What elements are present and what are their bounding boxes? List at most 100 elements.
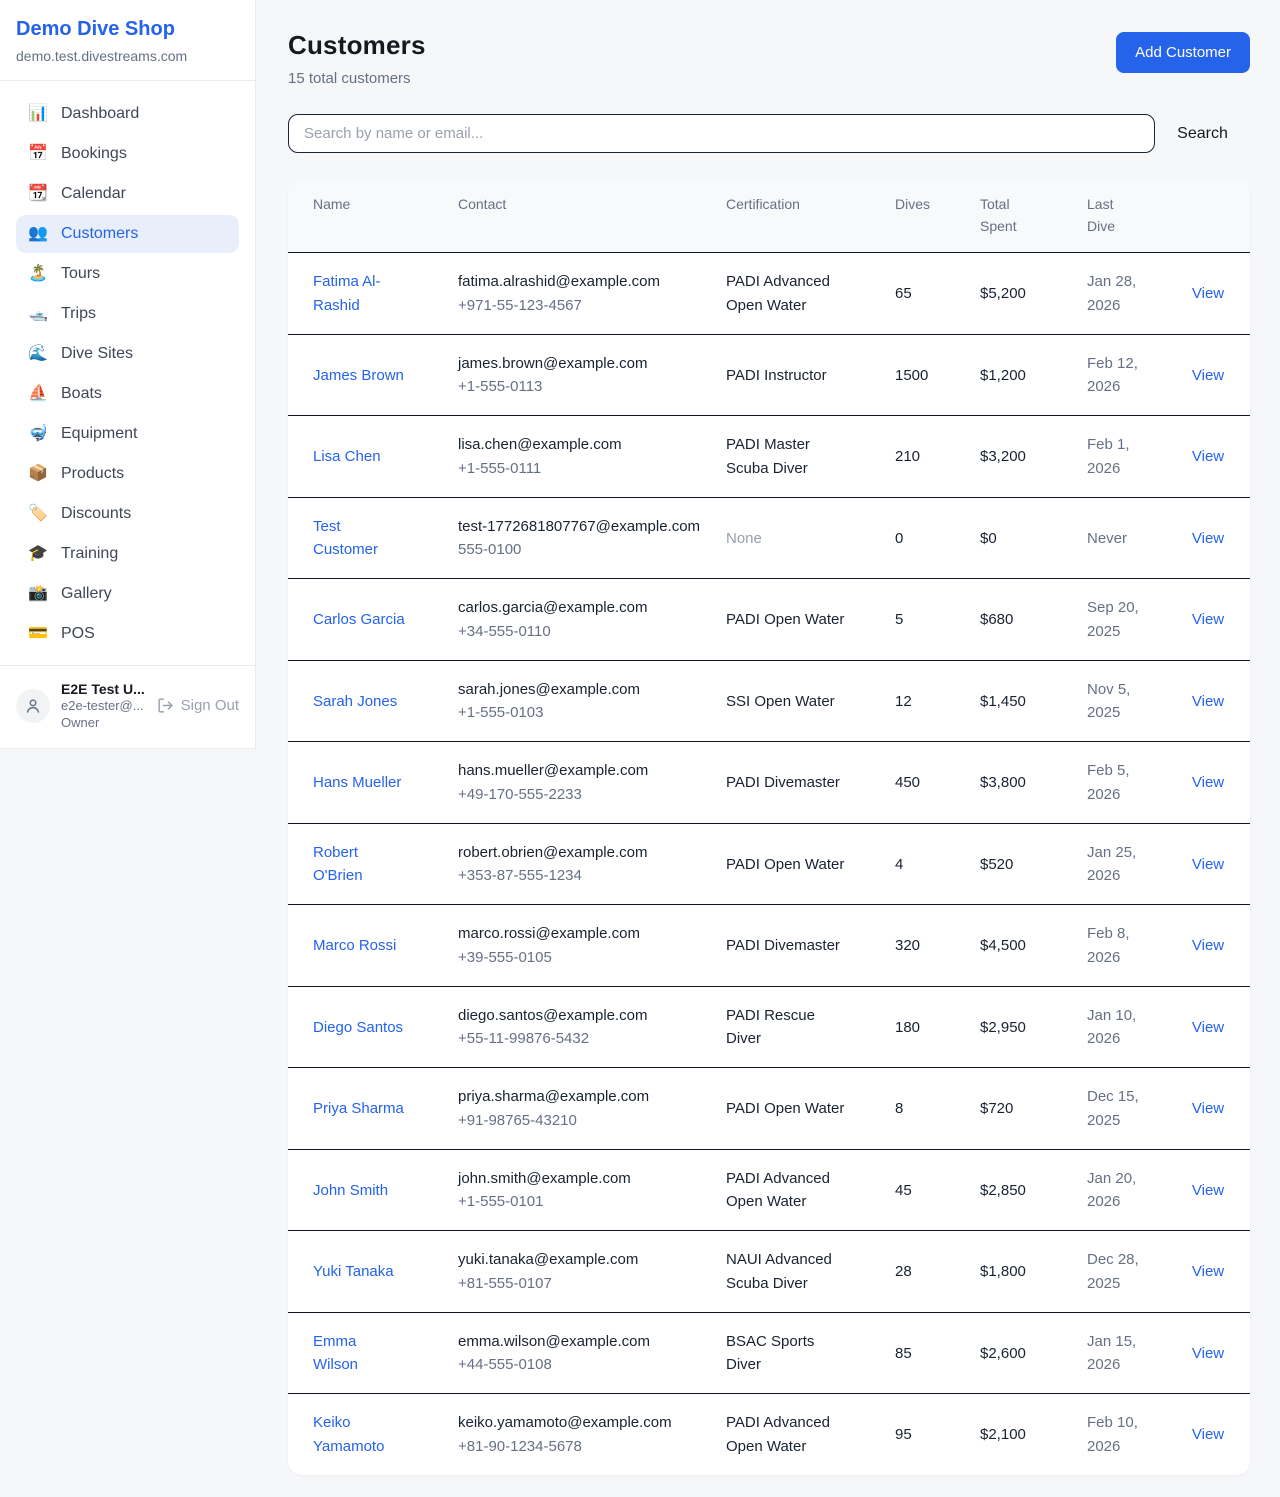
- table-row-diego-santos: Diego Santos diego.santos@example.com +5…: [288, 987, 1250, 1069]
- view-link[interactable]: View: [1192, 1019, 1224, 1036]
- sidebar-item-boats[interactable]: ⛵ Boats: [16, 375, 239, 413]
- table-header-row: Name Contact Certification Dives Total S…: [288, 179, 1250, 253]
- column-header-name: Name: [313, 194, 458, 237]
- wave-icon: 🌊: [28, 346, 48, 362]
- customer-total-spent: $5,200: [980, 282, 1087, 305]
- sidebar-item-discounts[interactable]: 🏷️ Discounts: [16, 495, 239, 533]
- customer-last-dive: Never: [1087, 527, 1127, 550]
- customer-total-spent: $2,600: [980, 1342, 1087, 1365]
- user-name: E2E Test U...: [61, 680, 145, 698]
- sign-out-label: Sign Out: [181, 697, 239, 714]
- customer-name-link[interactable]: Yuki Tanaka: [313, 1260, 394, 1283]
- customer-total-spent: $680: [980, 608, 1087, 631]
- view-link[interactable]: View: [1192, 1182, 1224, 1199]
- customer-last-dive: Feb 5, 2026: [1087, 759, 1153, 806]
- customer-certification: PADI Open Water: [726, 608, 844, 631]
- sidebar-item-calendar[interactable]: 📆 Calendar: [16, 175, 239, 213]
- diving-mask-icon: 🤿: [28, 426, 48, 442]
- view-link[interactable]: View: [1192, 937, 1224, 954]
- credit-card-icon: 💳: [28, 626, 48, 642]
- customer-name-link[interactable]: Hans Mueller: [313, 771, 401, 794]
- view-link[interactable]: View: [1192, 1263, 1224, 1280]
- column-header-total-spent: Total Spent: [980, 194, 1042, 237]
- customer-name-link[interactable]: Test Customer: [313, 515, 405, 562]
- customer-certification: PADI Divemaster: [726, 934, 840, 957]
- sidebar-item-label: POS: [61, 625, 95, 643]
- customer-name-link[interactable]: Emma Wilson: [313, 1330, 405, 1377]
- customer-phone: +1-555-0111: [458, 457, 710, 480]
- customer-dives: 45: [895, 1179, 980, 1202]
- customer-name-link[interactable]: Lisa Chen: [313, 445, 381, 468]
- table-row-emma-wilson: Emma Wilson emma.wilson@example.com +44-…: [288, 1313, 1250, 1395]
- sidebar-item-trips[interactable]: 🛥️ Trips: [16, 295, 239, 333]
- view-link[interactable]: View: [1192, 285, 1224, 302]
- customer-last-dive: Jan 10, 2026: [1087, 1004, 1153, 1051]
- sidebar-item-dive-sites[interactable]: 🌊 Dive Sites: [16, 335, 239, 373]
- sidebar-item-customers[interactable]: 👥 Customers: [16, 215, 239, 253]
- people-icon: 👥: [28, 226, 48, 242]
- main-content: Customers 15 total customers Add Custome…: [256, 0, 1280, 1497]
- customer-phone: +81-555-0107: [458, 1272, 710, 1295]
- package-icon: 📦: [28, 466, 48, 482]
- view-link[interactable]: View: [1192, 448, 1224, 465]
- customer-last-dive: Dec 28, 2025: [1087, 1248, 1153, 1295]
- customer-certification: PADI Rescue Diver: [726, 1004, 848, 1051]
- customer-total-spent: $1,200: [980, 364, 1087, 387]
- customer-certification: PADI Open Water: [726, 853, 844, 876]
- customer-name-link[interactable]: Diego Santos: [313, 1016, 403, 1039]
- bar-chart-icon: 📊: [28, 106, 48, 122]
- customer-dives: 180: [895, 1016, 980, 1039]
- customer-last-dive: Feb 1, 2026: [1087, 433, 1153, 480]
- view-link[interactable]: View: [1192, 611, 1224, 628]
- customer-name-link[interactable]: James Brown: [313, 364, 404, 387]
- customer-email: keiko.yamamoto@example.com: [458, 1411, 710, 1434]
- sidebar-item-pos[interactable]: 💳 POS: [16, 615, 239, 653]
- customer-name-link[interactable]: Marco Rossi: [313, 934, 396, 957]
- user-section: E2E Test U... e2e-tester@... Owner Sign …: [0, 665, 255, 748]
- customer-name-link[interactable]: Keiko Yamamoto: [313, 1411, 405, 1458]
- sidebar-item-equipment[interactable]: 🤿 Equipment: [16, 415, 239, 453]
- customer-dives: 210: [895, 445, 980, 468]
- customer-contact: hans.mueller@example.com +49-170-555-223…: [458, 759, 726, 806]
- view-link[interactable]: View: [1192, 1426, 1224, 1443]
- customer-name-link[interactable]: John Smith: [313, 1179, 388, 1202]
- view-link[interactable]: View: [1192, 693, 1224, 710]
- customer-name-link[interactable]: Fatima Al-Rashid: [313, 270, 405, 317]
- sign-out-button[interactable]: Sign Out: [157, 697, 239, 714]
- sidebar-item-dashboard[interactable]: 📊 Dashboard: [16, 95, 239, 133]
- customer-email: marco.rossi@example.com: [458, 922, 710, 945]
- customer-contact: test-1772681807767@example.com 555-0100: [458, 515, 726, 562]
- customer-dives: 28: [895, 1260, 980, 1283]
- search-input[interactable]: [288, 114, 1155, 153]
- customer-name-link[interactable]: Carlos Garcia: [313, 608, 405, 631]
- sidebar-item-training[interactable]: 🎓 Training: [16, 535, 239, 573]
- customers-table: Name Contact Certification Dives Total S…: [288, 179, 1250, 1475]
- customer-contact: sarah.jones@example.com +1-555-0103: [458, 678, 726, 725]
- view-link[interactable]: View: [1192, 530, 1224, 547]
- search-button[interactable]: Search: [1155, 125, 1250, 143]
- sidebar-item-label: Products: [61, 465, 124, 483]
- customer-dives: 8: [895, 1097, 980, 1120]
- view-link[interactable]: View: [1192, 856, 1224, 873]
- sidebar-item-gallery[interactable]: 📸 Gallery: [16, 575, 239, 613]
- sidebar-item-bookings[interactable]: 📅 Bookings: [16, 135, 239, 173]
- customer-total-spent: $3,200: [980, 445, 1087, 468]
- sidebar-item-products[interactable]: 📦 Products: [16, 455, 239, 493]
- customer-name-link[interactable]: Priya Sharma: [313, 1097, 404, 1120]
- view-link[interactable]: View: [1192, 1345, 1224, 1362]
- customer-email: james.brown@example.com: [458, 352, 710, 375]
- customer-contact: emma.wilson@example.com +44-555-0108: [458, 1330, 726, 1377]
- view-link[interactable]: View: [1192, 367, 1224, 384]
- view-link[interactable]: View: [1192, 774, 1224, 791]
- customer-dives: 450: [895, 771, 980, 794]
- sidebar-item-tours[interactable]: 🏝️ Tours: [16, 255, 239, 293]
- customer-certification: PADI Open Water: [726, 1097, 844, 1120]
- customer-email: emma.wilson@example.com: [458, 1330, 710, 1353]
- customer-total-spent: $1,450: [980, 690, 1087, 713]
- view-link[interactable]: View: [1192, 1100, 1224, 1117]
- user-email: e2e-tester@...: [61, 698, 145, 715]
- add-customer-button[interactable]: Add Customer: [1116, 32, 1250, 73]
- customer-name-link[interactable]: Sarah Jones: [313, 690, 397, 713]
- customer-name-link[interactable]: Robert O'Brien: [313, 841, 405, 888]
- table-row-sarah-jones: Sarah Jones sarah.jones@example.com +1-5…: [288, 661, 1250, 743]
